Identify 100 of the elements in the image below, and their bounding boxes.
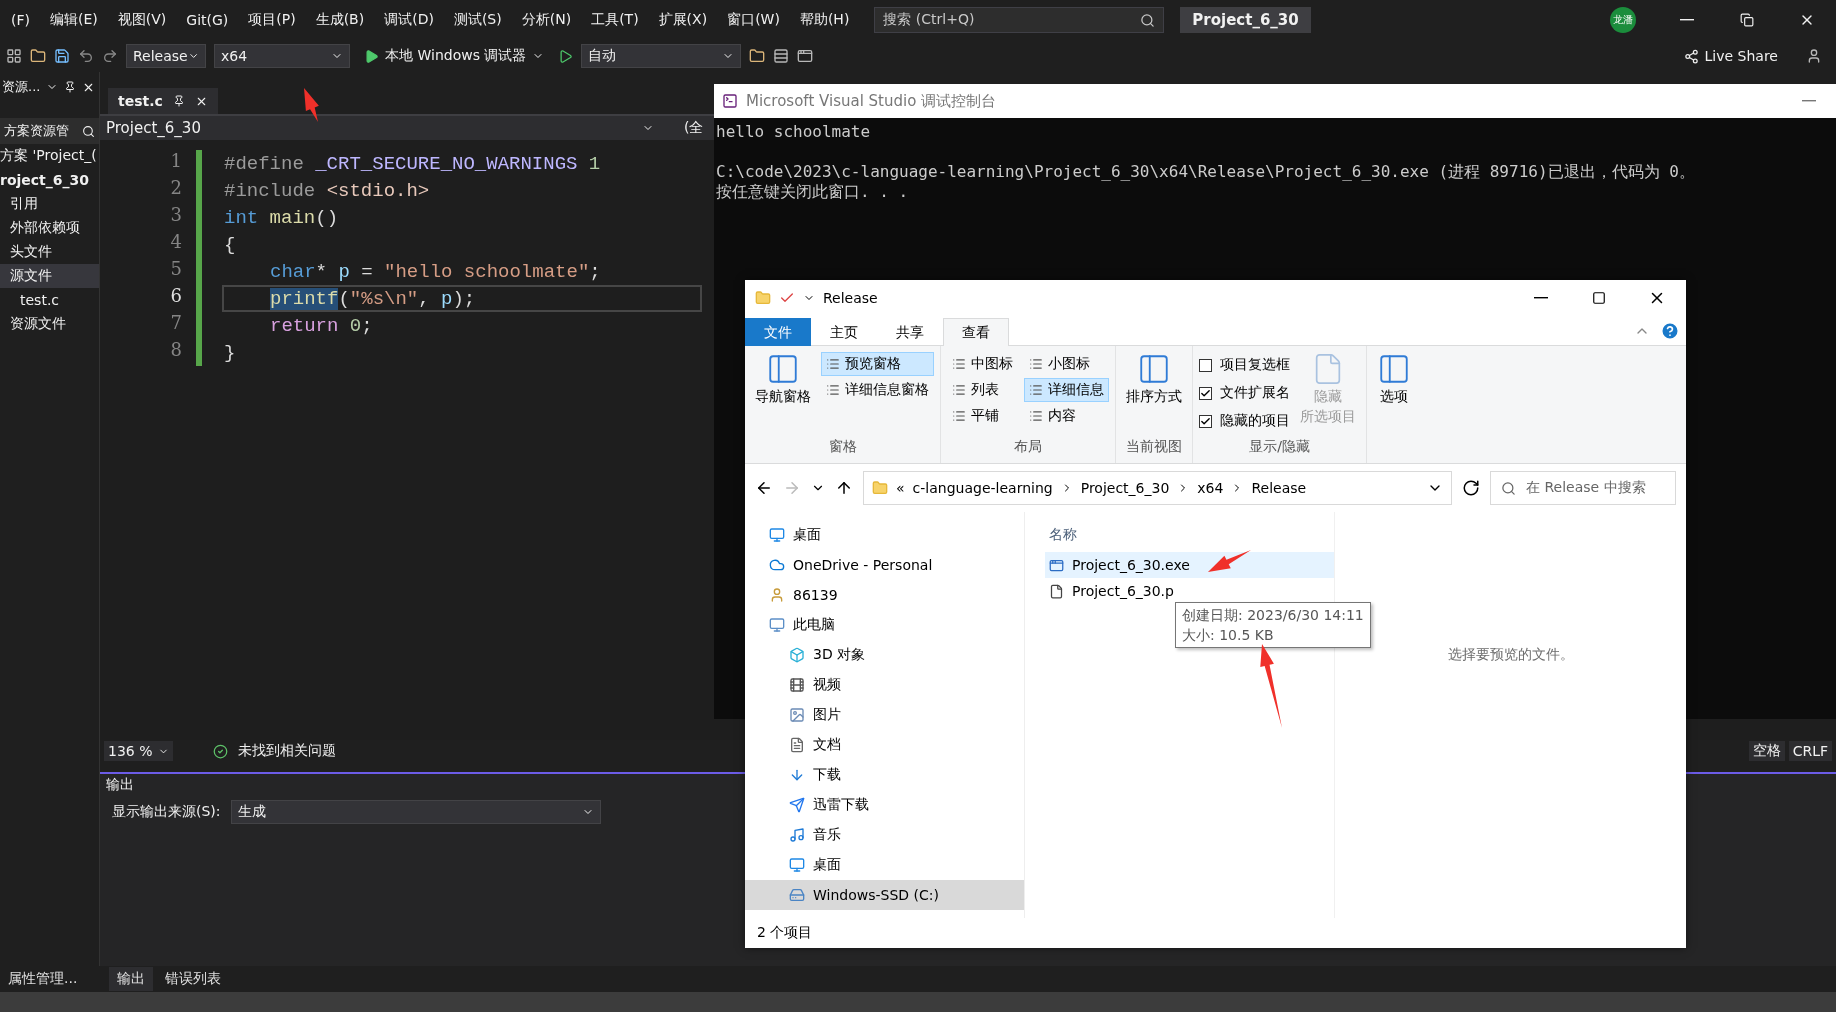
nav-item[interactable]: 文档 bbox=[745, 730, 1024, 760]
tree-item[interactable]: 引用 bbox=[0, 192, 99, 216]
menu-item[interactable]: 视图(V) bbox=[108, 7, 176, 33]
nav-item[interactable]: 迅雷下载 bbox=[745, 790, 1024, 820]
folder-icon bbox=[30, 48, 46, 64]
source-dropdown[interactable]: 生成 bbox=[230, 800, 601, 824]
ribbon-tab[interactable]: 文件 bbox=[745, 318, 811, 346]
menu-item[interactable]: (F) bbox=[2, 8, 39, 32]
search-icon bbox=[1140, 12, 1156, 28]
ribbon-button[interactable]: 小图标 bbox=[1024, 352, 1109, 376]
panel-tab[interactable]: 错误列表 bbox=[157, 967, 230, 991]
user-icon bbox=[769, 587, 785, 603]
tree-item[interactable]: 外部依赖项 bbox=[0, 216, 99, 240]
minimize-icon bbox=[1534, 297, 1548, 299]
nav-item[interactable]: 音乐 bbox=[745, 820, 1024, 850]
column-header[interactable]: 名称 bbox=[1045, 518, 1334, 552]
file-row[interactable]: Project_6_30.exe bbox=[1045, 552, 1334, 578]
document-tab[interactable]: test.c bbox=[108, 88, 218, 114]
line-number: 2 bbox=[170, 177, 182, 200]
ribbon-button[interactable]: 详细信息窗格 bbox=[821, 378, 934, 402]
ribbon-tab[interactable]: 主页 bbox=[811, 318, 877, 346]
ribbon-button[interactable]: 导航窗格 bbox=[751, 352, 815, 436]
panel-tab[interactable]: 输出 bbox=[109, 967, 154, 991]
menu-item[interactable]: 调试(D) bbox=[375, 7, 443, 33]
member-dropdown[interactable]: (全 bbox=[684, 119, 704, 137]
menu-item[interactable]: 帮助(H) bbox=[790, 7, 859, 33]
menu-item[interactable]: Git(G) bbox=[177, 8, 238, 32]
pane-icon bbox=[766, 352, 800, 386]
account-avatar[interactable]: 龙潘 bbox=[1610, 7, 1636, 33]
grid-icon bbox=[6, 48, 22, 64]
nav-item[interactable]: 桌面 bbox=[745, 850, 1024, 880]
code-line: return 0; bbox=[269, 313, 374, 339]
line-ending-status[interactable]: CRLF bbox=[1788, 741, 1832, 761]
ribbon-tab[interactable]: 共享 bbox=[877, 318, 943, 346]
nav-item[interactable]: 图片 bbox=[745, 700, 1024, 730]
nav-item[interactable]: Windows-SSD (C:) bbox=[745, 880, 1024, 910]
address-bar[interactable]: « c-language-learning Project_6_30 x64 Release bbox=[863, 471, 1452, 505]
menu-item[interactable]: 扩展(X) bbox=[649, 7, 717, 33]
search-field[interactable]: 搜索 (Ctrl+Q) bbox=[874, 7, 1165, 33]
window-title: Release bbox=[823, 290, 878, 306]
tree-item[interactable]: test.c bbox=[0, 288, 99, 312]
line-number: 6 bbox=[170, 285, 182, 308]
menu-item[interactable]: 窗口(W) bbox=[718, 7, 789, 33]
monitor-icon bbox=[789, 857, 805, 873]
scope-dropdown[interactable]: Project_6_30 bbox=[100, 119, 660, 137]
ribbon-button[interactable]: 列表 bbox=[947, 378, 1018, 402]
ribbon-button[interactable]: 平铺 bbox=[947, 404, 1018, 428]
menu-item[interactable]: 工具(T) bbox=[582, 7, 648, 33]
line-number: 1 bbox=[170, 150, 182, 173]
minimize-icon bbox=[1802, 100, 1816, 102]
console-line: hello schoolmate bbox=[715, 122, 872, 142]
code-line: #include <stdio.h> bbox=[223, 178, 431, 204]
maximize-icon bbox=[1592, 291, 1606, 305]
indent-status[interactable]: 空格 bbox=[1748, 741, 1785, 761]
ribbon-button[interactable]: 排序方式 bbox=[1122, 352, 1186, 436]
nav-item[interactable]: 桌面 bbox=[745, 520, 1024, 550]
ribbon-button[interactable]: 选项 bbox=[1373, 352, 1415, 436]
menu-item[interactable]: 项目(P) bbox=[239, 7, 305, 33]
platform-dropdown[interactable]: x64 bbox=[214, 44, 350, 68]
live-share-button[interactable]: Live Share bbox=[1677, 47, 1784, 65]
nav-item[interactable]: 视频 bbox=[745, 670, 1024, 700]
ribbon-button[interactable]: 中图标 bbox=[947, 352, 1018, 376]
menu-item[interactable]: 生成(B) bbox=[306, 7, 374, 33]
nav-item[interactable]: OneDrive - Personal bbox=[745, 550, 1024, 580]
nav-item[interactable]: 3D 对象 bbox=[745, 640, 1024, 670]
nav-item[interactable]: 86139 bbox=[745, 580, 1024, 610]
nav-item[interactable]: 下载 bbox=[745, 760, 1024, 790]
code-line: } bbox=[223, 340, 237, 366]
mode-dropdown[interactable]: 自动 bbox=[581, 44, 742, 68]
run-button[interactable]: 本地 Windows 调试器 bbox=[358, 46, 551, 66]
ribbon-button[interactable]: 内容 bbox=[1024, 404, 1109, 428]
group-label: 当前视图 bbox=[1125, 438, 1183, 456]
tree-item[interactable]: 方案 'Project_( bbox=[0, 144, 99, 168]
source-label: 显示输出来源(S): bbox=[112, 803, 221, 821]
nav-item[interactable]: 此电脑 bbox=[745, 610, 1024, 640]
file-row[interactable]: Project_6_30.p bbox=[1045, 578, 1334, 604]
tree-item[interactable]: roject_6_30 bbox=[0, 168, 99, 192]
panel-tab[interactable]: 属性管理... bbox=[0, 967, 86, 991]
tree-item[interactable]: 头文件 bbox=[0, 240, 99, 264]
ribbon-button[interactable]: 详细信息 bbox=[1024, 378, 1109, 402]
search-field[interactable]: 方案资源管 bbox=[0, 118, 99, 144]
checkbox[interactable]: 隐藏的项目 bbox=[1199, 408, 1290, 434]
menu-item[interactable]: 测试(S) bbox=[444, 7, 511, 33]
pin-icon bbox=[64, 81, 77, 93]
checkbox[interactable]: 文件扩展名 bbox=[1199, 380, 1290, 406]
line-number: 8 bbox=[170, 339, 182, 362]
menu-item[interactable]: 分析(N) bbox=[512, 7, 581, 33]
checkbox[interactable]: 项目复选框 bbox=[1199, 352, 1290, 378]
zoom-dropdown[interactable]: 136 % bbox=[104, 741, 174, 761]
tree-item[interactable]: 源文件 bbox=[0, 264, 99, 288]
ribbon-button[interactable]: 预览窗格 bbox=[821, 352, 934, 376]
tree-item[interactable]: 资源文件 bbox=[0, 312, 99, 336]
menu-item[interactable]: 编辑(E) bbox=[41, 7, 107, 33]
ribbon-tab[interactable]: 查看 bbox=[943, 318, 1009, 346]
cube-icon bbox=[789, 647, 805, 663]
minimize-icon bbox=[1680, 19, 1694, 21]
console-line: 按任意键关闭此窗口. . . bbox=[715, 182, 910, 202]
line-number: 3 bbox=[170, 204, 182, 227]
configuration-dropdown[interactable]: Release bbox=[126, 44, 206, 68]
search-field[interactable]: 在 Release 中搜索 bbox=[1490, 471, 1676, 505]
